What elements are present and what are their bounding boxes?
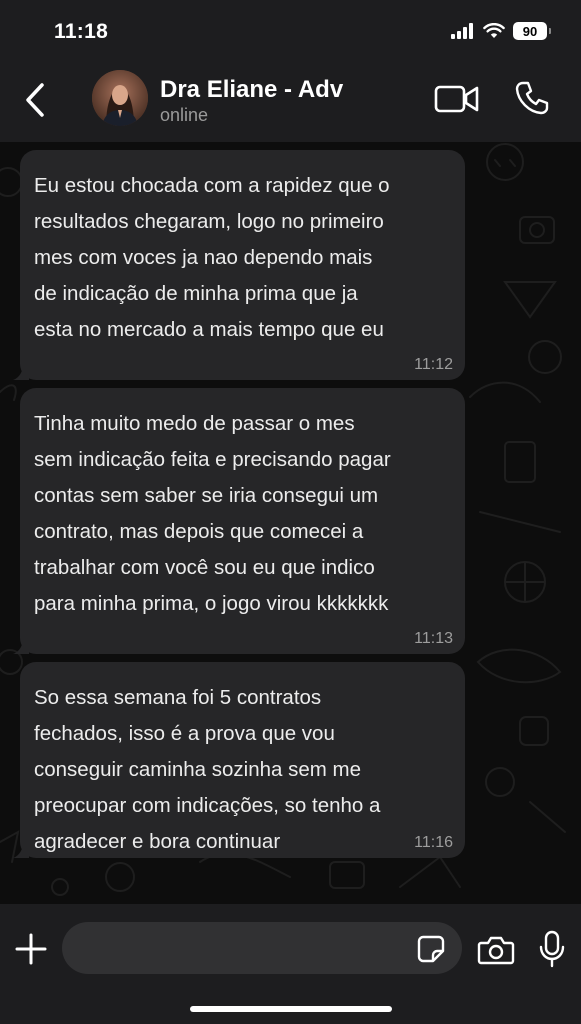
home-indicator[interactable] [190, 1006, 392, 1012]
message-bubble[interactable]: Eu estou chocada com a rapidez que o res… [13, 150, 465, 380]
message-time: 11:16 [414, 834, 453, 851]
message-text: Eu estou chocada com a rapidez que o res… [34, 174, 390, 341]
video-call-button[interactable] [434, 82, 480, 116]
chat-header: Dra Eliane - Adv online [0, 62, 581, 142]
back-chevron-icon [26, 83, 44, 117]
avatar[interactable] [92, 70, 148, 126]
message-time: 11:13 [414, 630, 453, 647]
message-text: Tinha muito medo de passar o mes sem ind… [34, 412, 391, 615]
bubble-tail [13, 638, 29, 654]
message-input[interactable] [62, 922, 462, 974]
sticker-icon [417, 935, 445, 963]
back-button[interactable] [18, 80, 52, 120]
avatar-photo [92, 70, 148, 126]
status-time: 11:18 [54, 20, 109, 43]
phone-call-icon [515, 81, 549, 115]
wifi-icon [483, 23, 505, 38]
microphone-button[interactable] [539, 930, 565, 968]
sticker-button[interactable] [416, 934, 446, 964]
microphone-icon [539, 930, 565, 968]
battery-level: 90 [522, 23, 538, 39]
message-time: 11:12 [414, 356, 453, 373]
message-text: So essa semana foi 5 contratos fechados,… [34, 686, 381, 853]
battery-icon: 90 [513, 22, 551, 40]
signal-icon [451, 23, 473, 39]
input-bar [0, 904, 581, 1024]
message-bubble[interactable]: Tinha muito medo de passar o mes sem ind… [13, 388, 465, 654]
bubble-tail [13, 842, 29, 858]
video-call-icon [434, 85, 479, 113]
message-bubble[interactable]: So essa semana foi 5 contratos fechados,… [13, 662, 465, 858]
contact-name[interactable]: Dra Eliane - Adv [160, 76, 343, 104]
attach-button[interactable] [14, 932, 48, 966]
camera-button[interactable] [477, 934, 515, 966]
bubble-tail [13, 364, 29, 380]
camera-icon [477, 936, 515, 965]
plus-icon [15, 933, 47, 965]
phone-call-button[interactable] [514, 80, 550, 116]
chat-area[interactable]: Eu estou chocada com a rapidez que o res… [0, 142, 581, 904]
status-icons: 90 [451, 22, 551, 40]
status-bar: 11:18 90 [0, 0, 581, 62]
contact-status: online [160, 105, 209, 125]
